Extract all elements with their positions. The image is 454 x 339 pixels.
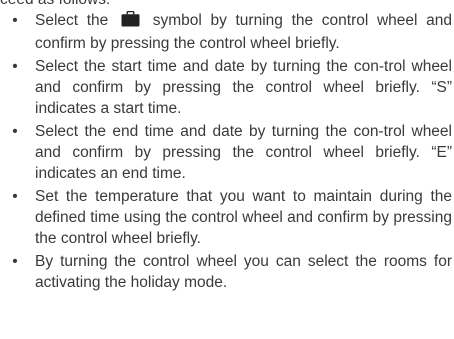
bullet-icon: • — [12, 188, 18, 205]
bullet-icon: • — [12, 58, 18, 75]
step-text: Select the start time and date by turnin… — [35, 58, 452, 117]
step-text: Set the temperature that you want to mai… — [35, 188, 452, 247]
intro-fragment: ceed as follows: — [0, 0, 110, 10]
bullet-icon: • — [12, 253, 18, 270]
instruction-list: • Select the symbol by turning the contr… — [0, 10, 454, 295]
step-text: Select the end time and date by turning … — [35, 123, 452, 182]
list-item: • By turning the control wheel you can s… — [0, 251, 454, 293]
step-text: By turning the control wheel you can sel… — [35, 253, 452, 291]
bullet-icon: • — [12, 123, 18, 140]
list-item: • Select the start time and date by turn… — [0, 56, 454, 119]
list-item: • Select the symbol by turning the contr… — [0, 10, 454, 54]
list-item: • Set the temperature that you want to m… — [0, 186, 454, 249]
list-item: • Select the end time and date by turnin… — [0, 121, 454, 184]
bullet-icon: • — [12, 12, 18, 29]
suitcase-icon — [121, 10, 140, 33]
step-text-before-icon: Select the — [35, 12, 109, 29]
manual-page: ceed as follows: • Select the symbol by … — [0, 0, 454, 339]
